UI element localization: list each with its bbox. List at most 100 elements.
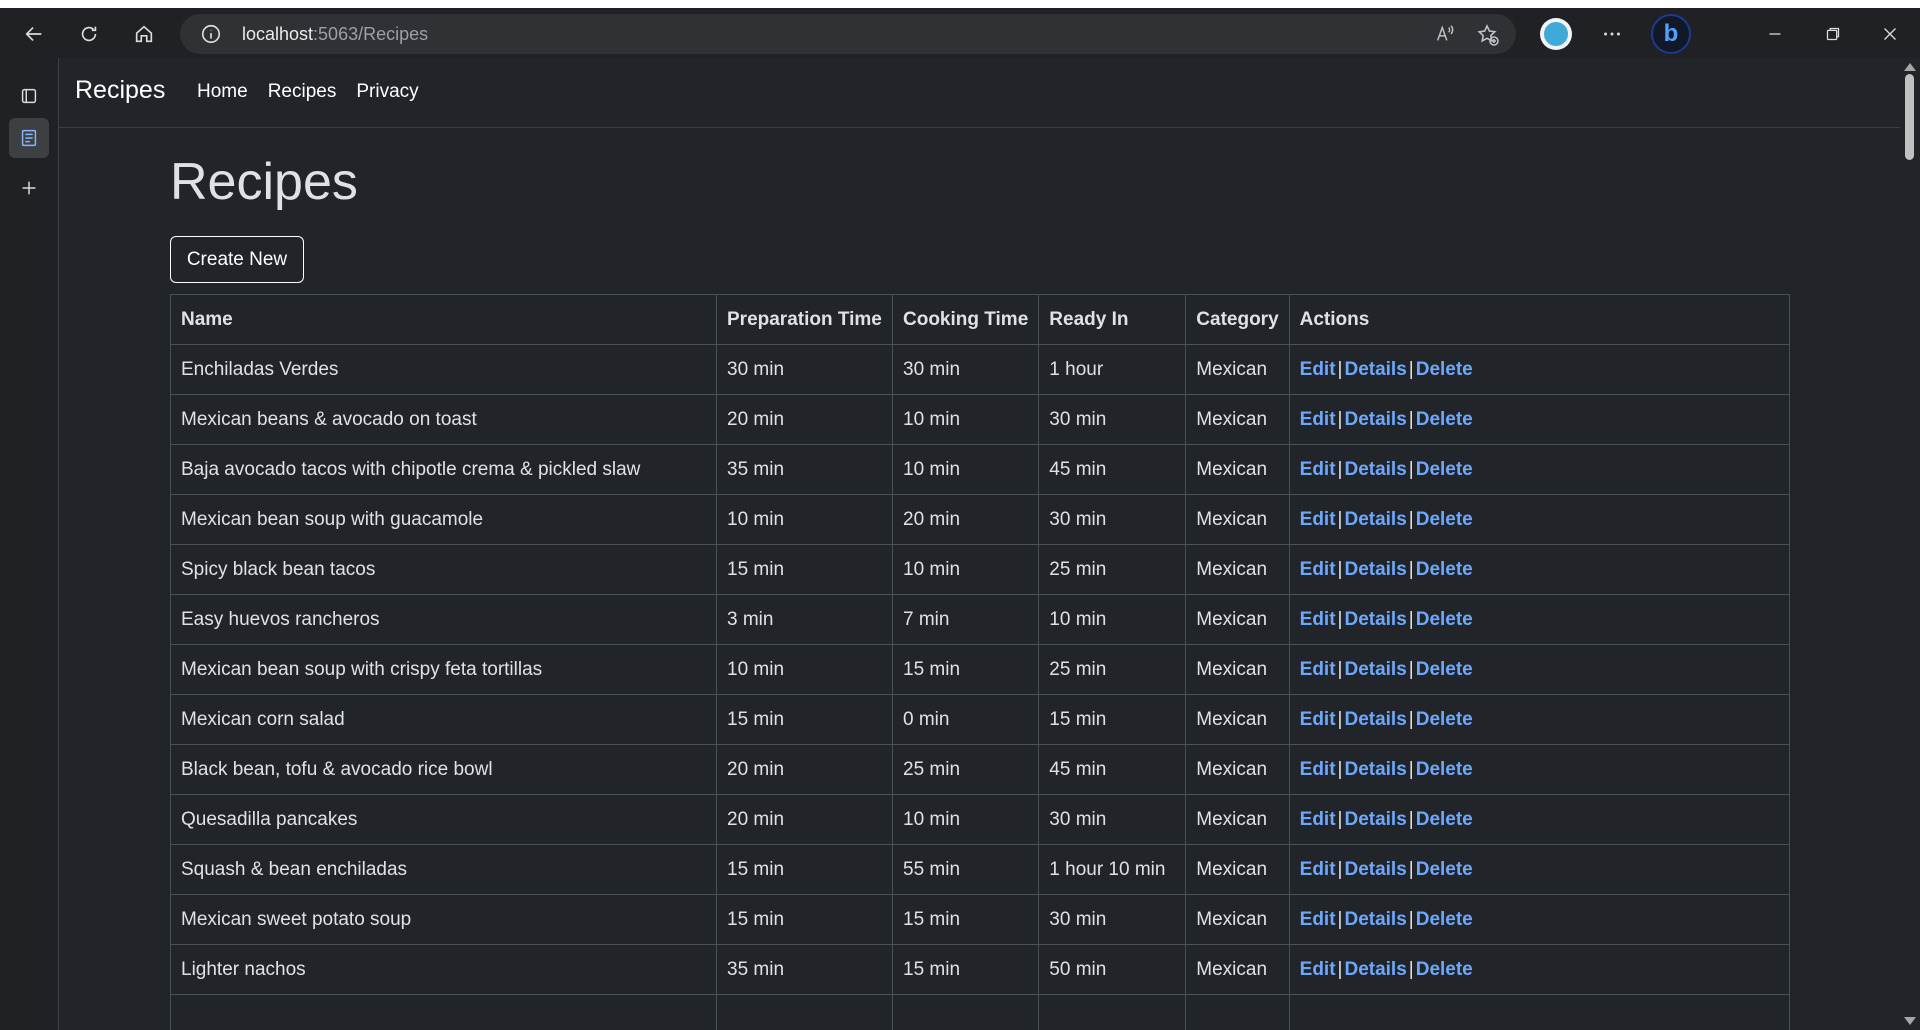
create-new-button[interactable]: Create New [170,236,304,283]
delete-link[interactable]: Delete [1416,809,1473,830]
active-tab-icon[interactable] [9,118,49,158]
cell-actions: Edit | Details | Delete [1288,594,1791,645]
site-brand[interactable]: Recipes [75,76,165,105]
delete-link[interactable]: Delete [1416,359,1473,380]
close-icon[interactable] [1873,17,1907,51]
delete-link[interactable]: Delete [1416,759,1473,780]
scroll-up-icon[interactable] [1904,63,1916,71]
minimize-icon[interactable] [1758,17,1792,51]
details-link[interactable]: Details [1344,459,1406,480]
cell-category: Mexican [1185,894,1290,945]
details-link[interactable]: Details [1344,709,1406,730]
more-options-icon[interactable] [1595,17,1629,51]
table-body: Enchiladas Verdes 30 min 30 min 1 hour Mexic… [170,344,1791,1030]
action-separator: | [1408,358,1414,380]
cell-ready-in: 30 min [1038,894,1187,945]
action-separator: | [1408,858,1414,880]
header-actions: Actions [1288,294,1791,345]
edit-link[interactable]: Edit [1300,609,1336,630]
delete-link[interactable]: Delete [1416,559,1473,580]
details-link[interactable]: Details [1344,609,1406,630]
cell-cooking-time: 25 min [891,744,1040,795]
bing-copilot-icon[interactable]: b [1651,14,1691,54]
edit-link[interactable]: Edit [1300,459,1336,480]
page-scrollbar[interactable] [1900,58,1920,1030]
edit-link[interactable]: Edit [1300,509,1336,530]
nav-link-home[interactable]: Home [187,81,258,103]
action-separator: | [1408,508,1414,530]
new-tab-icon[interactable] [9,168,49,208]
cell-cooking-time: 7 min [891,594,1040,645]
cell-ready-in: 25 min [1038,544,1187,595]
delete-link[interactable]: Delete [1416,909,1473,930]
cell-actions [1288,994,1791,1030]
home-icon[interactable] [127,17,161,51]
delete-link[interactable]: Delete [1416,859,1473,880]
cell-preparation-time: 15 min [716,844,893,895]
cell-preparation-time: 35 min [716,444,893,495]
action-separator: | [1408,958,1414,980]
edit-link[interactable]: Edit [1300,959,1336,980]
details-link[interactable]: Details [1344,359,1406,380]
edit-link[interactable]: Edit [1300,759,1336,780]
read-aloud-icon[interactable] [1434,23,1456,45]
back-icon[interactable] [17,17,51,51]
cell-actions: Edit | Details | Delete [1288,494,1791,545]
address-bar[interactable]: localhost:5063/Recipes [180,14,1516,54]
cell-actions: Edit | Details | Delete [1288,744,1791,795]
details-link[interactable]: Details [1344,659,1406,680]
edit-link[interactable]: Edit [1300,359,1336,380]
delete-link[interactable]: Delete [1416,609,1473,630]
edit-link[interactable]: Edit [1300,409,1336,430]
scroll-down-icon[interactable] [1904,1017,1916,1025]
restore-icon[interactable] [1816,17,1850,51]
details-link[interactable]: Details [1344,759,1406,780]
nav-link-recipes[interactable]: Recipes [258,81,347,103]
delete-link[interactable]: Delete [1416,509,1473,530]
cell-cooking-time: 15 min [891,944,1040,995]
edit-link[interactable]: Edit [1300,909,1336,930]
delete-link[interactable]: Delete [1416,459,1473,480]
cell-preparation-time: 15 min [716,894,893,945]
delete-link[interactable]: Delete [1416,659,1473,680]
cell-name: Enchiladas Verdes [170,344,717,395]
action-separator: | [1408,408,1414,430]
cell-name: Quesadilla pancakes [170,794,717,845]
cell-cooking-time: 15 min [891,644,1040,695]
edit-link[interactable]: Edit [1300,659,1336,680]
edit-link[interactable]: Edit [1300,709,1336,730]
refresh-icon[interactable] [72,17,106,51]
page-title: Recipes [170,153,358,211]
profile-avatar[interactable] [1540,18,1572,50]
delete-link[interactable]: Delete [1416,409,1473,430]
details-link[interactable]: Details [1344,909,1406,930]
edit-link[interactable]: Edit [1300,559,1336,580]
delete-link[interactable]: Delete [1416,959,1473,980]
action-separator: | [1408,908,1414,930]
edit-link[interactable]: Edit [1300,809,1336,830]
cell-category: Mexican [1185,694,1290,745]
delete-link[interactable]: Delete [1416,709,1473,730]
nav-link-privacy[interactable]: Privacy [346,81,428,103]
details-link[interactable]: Details [1344,559,1406,580]
details-link[interactable]: Details [1344,859,1406,880]
cell-actions: Edit | Details | Delete [1288,394,1791,445]
cell-name: Mexican beans & avocado on toast [170,394,717,445]
details-link[interactable]: Details [1344,959,1406,980]
table-row: Mexican sweet potato soup 15 min 15 min 30 … [170,894,1791,945]
cell-preparation-time [716,994,893,1030]
page-viewport: Recipes Home Recipes Privacy Recipes Cre… [59,58,1900,1030]
details-link[interactable]: Details [1344,409,1406,430]
header-name: Name [170,294,717,345]
scrollbar-thumb[interactable] [1905,74,1914,160]
info-icon[interactable] [200,23,222,45]
cell-actions: Edit | Details | Delete [1288,444,1791,495]
details-link[interactable]: Details [1344,809,1406,830]
favorites-icon[interactable] [1476,23,1500,47]
table-row: Enchiladas Verdes 30 min 30 min 1 hour Mexic… [170,344,1791,395]
edit-link[interactable]: Edit [1300,859,1336,880]
action-separator: | [1408,658,1414,680]
tab-actions-icon[interactable] [9,76,49,116]
cell-cooking-time: 10 min [891,544,1040,595]
details-link[interactable]: Details [1344,509,1406,530]
